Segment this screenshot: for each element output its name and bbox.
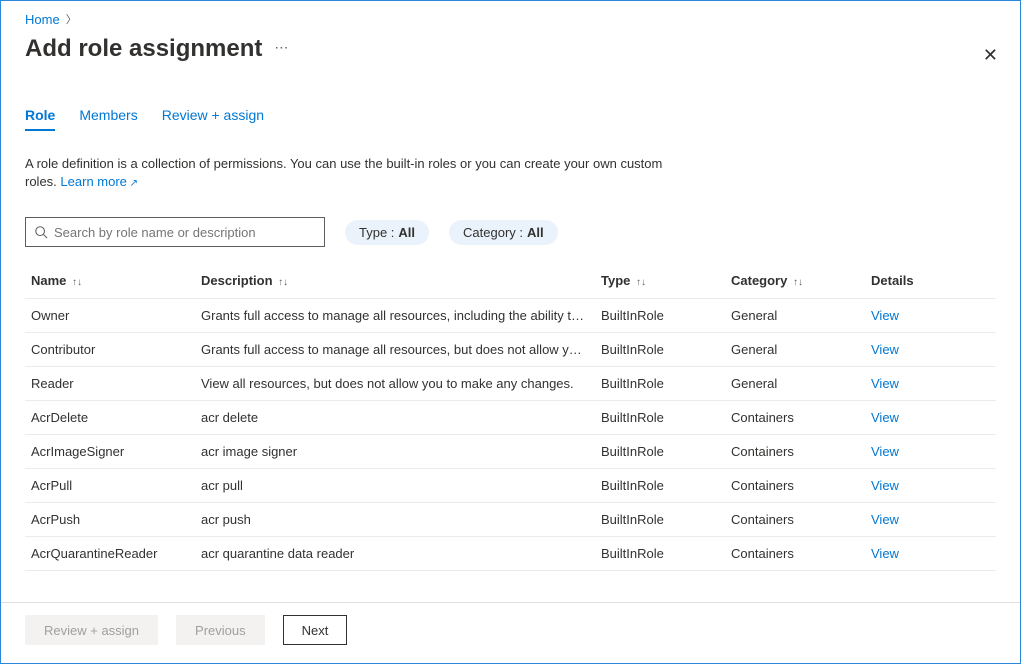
- review-assign-button: Review + assign: [25, 615, 158, 645]
- cell-description: acr push: [195, 503, 595, 537]
- view-details-link[interactable]: View: [871, 444, 899, 459]
- cell-category: General: [725, 333, 865, 367]
- table-row[interactable]: AcrImageSigneracr image signerBuiltInRol…: [25, 435, 996, 469]
- page-title: Add role assignment: [25, 35, 262, 63]
- cell-type: BuiltInRole: [595, 571, 725, 582]
- cell-category: Containers: [725, 401, 865, 435]
- cell-category: General: [725, 367, 865, 401]
- cell-name: AcrQuarantineWriter: [25, 571, 195, 582]
- view-details-link[interactable]: View: [871, 376, 899, 391]
- horizontal-scrollbar[interactable]: [1, 655, 1020, 669]
- cell-name: Reader: [25, 367, 195, 401]
- view-details-link[interactable]: View: [871, 580, 899, 581]
- footer-action-bar: Review + assign Previous Next: [1, 602, 1020, 663]
- table-row[interactable]: AcrPullacr pullBuiltInRoleContainers View: [25, 469, 996, 503]
- tab-role[interactable]: Role: [25, 107, 55, 131]
- cell-description: acr delete: [195, 401, 595, 435]
- tab-bar: Role Members Review + assign: [25, 107, 996, 131]
- cell-description: acr image signer: [195, 435, 595, 469]
- cell-type: BuiltInRole: [595, 333, 725, 367]
- previous-button: Previous: [176, 615, 265, 645]
- cell-description: Grants full access to manage all resourc…: [195, 333, 595, 367]
- tab-members[interactable]: Members: [79, 107, 137, 131]
- search-input[interactable]: [54, 225, 316, 240]
- close-icon[interactable]: ✕: [983, 45, 998, 66]
- view-details-link[interactable]: View: [871, 410, 899, 425]
- column-header-category[interactable]: Category ↑↓: [725, 265, 865, 299]
- table-row[interactable]: ContributorGrants full access to manage …: [25, 333, 996, 367]
- filter-type[interactable]: Type : All: [345, 220, 429, 245]
- tab-review-assign[interactable]: Review + assign: [162, 107, 264, 131]
- table-row[interactable]: AcrPushacr pushBuiltInRoleContainers View: [25, 503, 996, 537]
- cell-type: BuiltInRole: [595, 299, 725, 333]
- table-row[interactable]: AcrQuarantineReaderacr quarantine data r…: [25, 537, 996, 571]
- cell-category: Containers: [725, 469, 865, 503]
- cell-description: acr pull: [195, 469, 595, 503]
- cell-type: BuiltInRole: [595, 435, 725, 469]
- view-details-link[interactable]: View: [871, 546, 899, 561]
- cell-name: AcrImageSigner: [25, 435, 195, 469]
- cell-name: AcrDelete: [25, 401, 195, 435]
- cell-type: BuiltInRole: [595, 469, 725, 503]
- view-details-link[interactable]: View: [871, 308, 899, 323]
- cell-type: BuiltInRole: [595, 401, 725, 435]
- learn-more-link[interactable]: Learn more ↗: [60, 174, 138, 189]
- filter-category[interactable]: Category : All: [449, 220, 558, 245]
- cell-category: General: [725, 299, 865, 333]
- more-actions-button[interactable]: ⋯: [274, 39, 289, 56]
- main-scroll-region[interactable]: Home 〉 Add role assignment ⋯ ✕ Role Memb…: [1, 1, 1020, 581]
- cell-name: Owner: [25, 299, 195, 333]
- cell-name: AcrQuarantineReader: [25, 537, 195, 571]
- cell-category: Containers: [725, 435, 865, 469]
- external-link-icon: ↗: [127, 178, 138, 189]
- table-row[interactable]: OwnerGrants full access to manage all re…: [25, 299, 996, 333]
- cell-name: AcrPush: [25, 503, 195, 537]
- cell-description: Grants full access to manage all resourc…: [195, 299, 595, 333]
- table-row[interactable]: AcrQuarantineWriteracr quarantine data w…: [25, 571, 996, 582]
- chevron-right-icon: 〉: [66, 11, 77, 27]
- view-details-link[interactable]: View: [871, 478, 899, 493]
- cell-name: Contributor: [25, 333, 195, 367]
- next-button[interactable]: Next: [283, 615, 348, 645]
- roles-table: Name ↑↓ Description ↑↓ Type ↑↓ Category …: [25, 265, 996, 581]
- cell-description: acr quarantine data writer: [195, 571, 595, 582]
- cell-type: BuiltInRole: [595, 367, 725, 401]
- search-input-wrapper[interactable]: [25, 217, 325, 247]
- cell-category: Containers: [725, 503, 865, 537]
- description-text: A role definition is a collection of per…: [25, 155, 665, 193]
- column-header-name[interactable]: Name ↑↓: [25, 265, 195, 299]
- table-row[interactable]: AcrDeleteacr deleteBuiltInRoleContainers…: [25, 401, 996, 435]
- cell-category: Containers: [725, 537, 865, 571]
- table-row[interactable]: ReaderView all resources, but does not a…: [25, 367, 996, 401]
- cell-category: Containers: [725, 571, 865, 582]
- cell-type: BuiltInRole: [595, 503, 725, 537]
- search-icon: [34, 225, 48, 239]
- column-header-details: Details: [865, 265, 996, 299]
- breadcrumb-home-link[interactable]: Home: [25, 12, 60, 27]
- column-header-description[interactable]: Description ↑↓: [195, 265, 595, 299]
- cell-type: BuiltInRole: [595, 537, 725, 571]
- cell-name: AcrPull: [25, 469, 195, 503]
- view-details-link[interactable]: View: [871, 512, 899, 527]
- cell-description: View all resources, but does not allow y…: [195, 367, 595, 401]
- column-header-type[interactable]: Type ↑↓: [595, 265, 725, 299]
- cell-description: acr quarantine data reader: [195, 537, 595, 571]
- view-details-link[interactable]: View: [871, 342, 899, 357]
- breadcrumb: Home 〉: [25, 11, 996, 27]
